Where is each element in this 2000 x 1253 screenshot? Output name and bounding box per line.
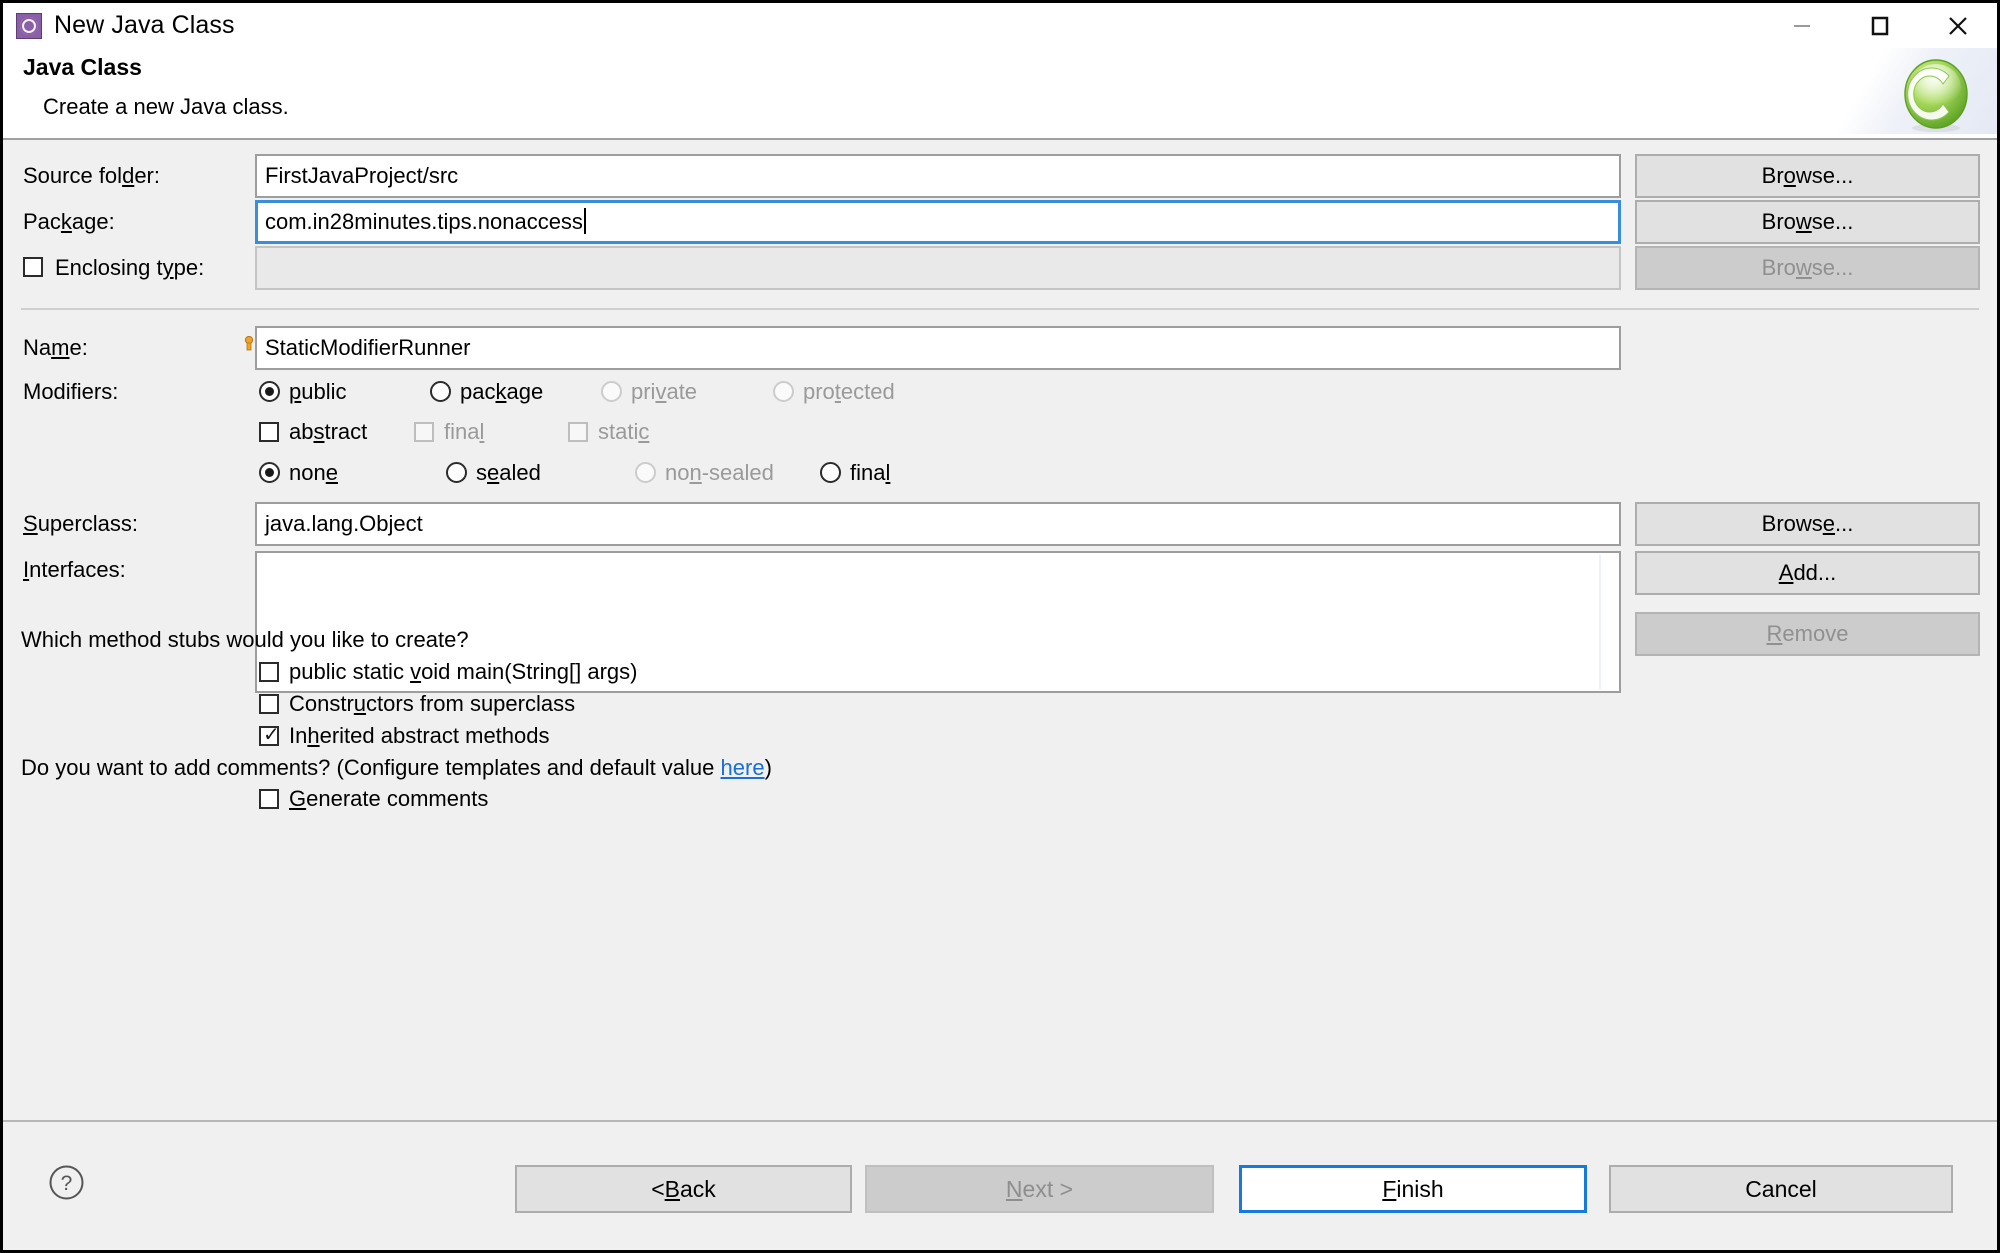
stub-checkbox-inherited[interactable]: ✓ <box>259 724 280 746</box>
new-java-class-dialog: New Java Class Java Class Create a new J… <box>0 0 2000 1253</box>
modifier-label-final: final <box>444 419 485 444</box>
modifier-label-final-sealed: final <box>850 460 891 485</box>
eclipse-wizard-c-logo <box>1897 56 1975 134</box>
enclosing-type-browse-button: Bro w se... <box>1635 246 1980 290</box>
finish-button[interactable]: Finish <box>1239 1165 1587 1213</box>
comments-question: Do you want to add comments? (Configure … <box>21 755 772 781</box>
enclosing-type-checkbox[interactable] <box>23 257 43 277</box>
modifier-label-abstract: abstract <box>289 419 368 444</box>
wizard-header: Java Class Create a new Java class. <box>3 48 1997 140</box>
modifier-label-static: static <box>598 419 650 444</box>
section-divider <box>21 308 1979 310</box>
stub-checkbox-constructors[interactable] <box>259 694 279 714</box>
modifier-checkbox-abstract[interactable] <box>259 422 279 442</box>
cancel-button[interactable]: Cancel <box>1609 1165 1953 1213</box>
window-controls <box>1763 3 1997 48</box>
dialog-body: Source folder: FirstJavaProject/src Br o w… <box>3 140 1997 1120</box>
interfaces-label: Interfaces: <box>23 557 126 582</box>
stub-label-inherited: Inherited abstract methods <box>289 723 550 748</box>
enclosing-type-label: Enclosing type: <box>55 255 205 280</box>
modifier-label-private: private <box>631 379 698 404</box>
window-title: New Java Class <box>54 11 235 39</box>
modifier-label-none: none <box>289 460 338 485</box>
name-label: Name: <box>23 335 88 360</box>
modifier-radio-protected <box>773 381 794 402</box>
configure-templates-link[interactable]: here <box>721 755 765 780</box>
package-row: Package: com.in28minutes.tips.nonaccess … <box>3 200 1997 244</box>
name-input[interactable]: StaticModifierRunner <box>255 326 1621 370</box>
interfaces-add-button[interactable]: Add... <box>1635 551 1980 595</box>
comments-question-pre: Do you want to add comments? (Configure … <box>21 755 721 780</box>
source-folder-label: Source folder: <box>23 163 160 188</box>
stub-label-main: public static void main(String[] args) <box>289 659 638 684</box>
close-icon[interactable] <box>1919 3 1997 48</box>
maximize-icon[interactable] <box>1841 3 1919 48</box>
page-title: Java Class <box>23 54 142 80</box>
name-row: Name: StaticModifierRunner <box>3 326 1997 370</box>
modifier-checkbox-static <box>568 422 588 442</box>
java-class-icon <box>16 12 42 39</box>
modifier-label-protected: protected <box>803 379 895 404</box>
method-stubs-question: Which method stubs would you like to cre… <box>21 627 469 652</box>
stub-checkbox-main[interactable] <box>259 662 279 682</box>
superclass-row: Superclass: java.lang.Object Brows e... <box>3 502 1997 546</box>
modifier-label-non-sealed: non-sealed <box>665 460 774 485</box>
generate-comments-label: Generate comments <box>289 786 489 811</box>
enclosing-type-row: Enclosing type: Bro w se... <box>3 246 1997 290</box>
next-button: Next > <box>865 1165 1214 1213</box>
source-folder-row: Source folder: FirstJavaProject/src Br o w… <box>3 154 1997 198</box>
enclosing-type-input <box>255 246 1621 290</box>
modifier-radio-non-sealed <box>635 462 656 483</box>
help-icon[interactable]: ? <box>48 1164 85 1201</box>
modifier-radio-package[interactable] <box>430 381 451 402</box>
modifiers-label: Modifiers: <box>23 379 119 404</box>
text-caret <box>583 208 586 234</box>
modifier-label-package: package <box>460 379 544 404</box>
interfaces-remove-button: Remove <box>1635 612 1980 656</box>
dialog-footer: ? < Back Next > Finish Cancel <box>3 1120 1997 1250</box>
back-button[interactable]: < Back <box>515 1165 852 1213</box>
superclass-label: Superclass: <box>23 511 138 536</box>
modifier-radio-final[interactable] <box>820 462 841 483</box>
modifier-radio-private <box>601 381 622 402</box>
superclass-input[interactable]: java.lang.Object <box>255 502 1621 546</box>
minimize-icon[interactable] <box>1763 3 1841 48</box>
title-bar: New Java Class <box>3 3 1997 48</box>
modifier-radio-public[interactable] <box>259 381 280 402</box>
source-folder-input[interactable]: FirstJavaProject/src <box>255 154 1621 198</box>
page-description: Create a new Java class. <box>43 94 289 119</box>
check-mark-icon: ✓ <box>263 724 280 746</box>
listbox-divider <box>1599 555 1601 689</box>
generate-comments-checkbox[interactable] <box>259 789 279 809</box>
source-folder-browse-button[interactable]: Br o wse... <box>1635 154 1980 198</box>
modifier-checkbox-final <box>414 422 434 442</box>
superclass-browse-button[interactable]: Brows e... <box>1635 502 1980 546</box>
modifier-radio-sealed[interactable] <box>446 462 467 483</box>
stub-label-constructors: Constructors from superclass <box>289 691 576 716</box>
comments-question-post: ) <box>764 755 772 780</box>
package-input[interactable]: com.in28minutes.tips.nonaccess <box>255 200 1621 244</box>
package-browse-button[interactable]: Bro w se... <box>1635 200 1980 244</box>
modifier-label-sealed: sealed <box>476 460 541 485</box>
modifier-radio-none[interactable] <box>259 462 280 483</box>
svg-text:?: ? <box>61 1172 73 1195</box>
package-label: Package: <box>23 209 115 234</box>
modifier-label-public: public <box>289 379 347 404</box>
